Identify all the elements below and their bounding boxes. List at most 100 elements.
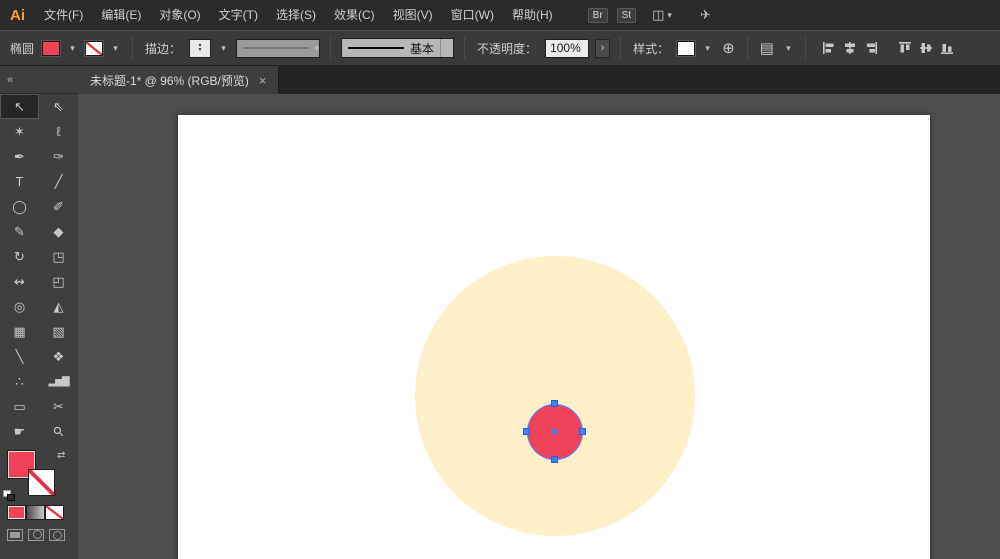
selection-tool[interactable]: ↖	[0, 94, 39, 119]
chevron-down-icon: ▾	[786, 42, 791, 53]
width-profile-dropdown[interactable]: ▾	[236, 38, 321, 58]
horizontal-align-center-icon[interactable]	[843, 41, 857, 55]
symbol-sprayer-tool[interactable]: ∴	[0, 369, 39, 394]
vertical-align-bottom-icon[interactable]	[940, 41, 954, 55]
draw-normal-icon[interactable]	[7, 529, 23, 541]
brush-definition-chevron[interactable]: ▾	[440, 39, 453, 57]
ellipse-tool[interactable]: ◯	[0, 194, 39, 219]
recolor-artwork-icon[interactable]: ⊕	[722, 39, 735, 57]
vertical-align-top-icon[interactable]	[898, 41, 912, 55]
direct-selection-tool[interactable]: ⇖	[39, 94, 78, 119]
menu-edit[interactable]: 编辑(E)	[92, 0, 150, 30]
menu-select[interactable]: 选择(S)	[267, 0, 325, 30]
tab-close-icon[interactable]: ×	[259, 73, 267, 88]
chevron-down-icon: ▾	[221, 42, 226, 53]
color-button[interactable]	[7, 505, 26, 520]
column-graph-tool[interactable]: ▂▅▇	[39, 369, 78, 394]
gradient-tool[interactable]: ▧	[39, 319, 78, 344]
mesh-tool[interactable]: ▦	[0, 319, 39, 344]
document-tab[interactable]: 未标题-1* @ 96% (RGB/预览) ×	[78, 66, 280, 94]
blend-tool[interactable]: ❖	[39, 344, 78, 369]
type-tool[interactable]: T	[0, 169, 39, 194]
graphic-style-dropdown[interactable]: ▾	[701, 39, 714, 57]
separator	[464, 36, 466, 60]
opacity-input[interactable]: 100%	[545, 38, 590, 58]
anchor-handle-right[interactable]	[579, 428, 586, 435]
curvature-tool[interactable]: ✑	[39, 144, 78, 169]
drawing-mode-buttons	[0, 529, 78, 541]
sync-icon[interactable]: ✈	[700, 7, 711, 23]
anchor-handle-top[interactable]	[551, 400, 558, 407]
width-profile-preview	[243, 47, 309, 49]
anchor-handle-left[interactable]	[523, 428, 530, 435]
stroke-proxy-swatch[interactable]	[28, 469, 55, 496]
stepper-down-icon: ▼	[197, 47, 203, 53]
app-logo: Ai	[10, 6, 25, 24]
horizontal-align-right-icon[interactable]	[864, 41, 878, 55]
document-setup-dropdown[interactable]: ▾	[782, 39, 795, 57]
stroke-weight-label: 描边：	[145, 41, 182, 56]
default-fill-stroke-icon[interactable]	[3, 490, 16, 501]
none-button[interactable]	[45, 505, 64, 520]
workspace: ↖ ⇖ ✶ ℓ ✒ ✑ T ╱ ◯ ✐ ✎ ◆ ↻ ◳ ↭ ◰ ◎ ◭ ▦ ▧ …	[0, 94, 1000, 559]
document-setup-icon[interactable]: ▤	[760, 39, 774, 57]
graphic-style-swatch[interactable]	[677, 40, 696, 56]
outer-ellipse[interactable]	[415, 256, 695, 536]
tools-panel: ↖ ⇖ ✶ ℓ ✒ ✑ T ╱ ◯ ✐ ✎ ◆ ↻ ◳ ↭ ◰ ◎ ◭ ▦ ▧ …	[0, 94, 78, 559]
magic-wand-tool[interactable]: ✶	[0, 119, 39, 144]
app-badges: Br St	[587, 7, 637, 23]
shape-builder-tool[interactable]: ◎	[0, 294, 39, 319]
style-label: 样式：	[633, 41, 670, 56]
eraser-tool[interactable]: ◆	[39, 219, 78, 244]
toolbar-collapse-button[interactable]: «	[0, 66, 78, 94]
menu-view[interactable]: 视图(V)	[384, 0, 442, 30]
draw-behind-icon[interactable]	[28, 529, 44, 541]
menu-window[interactable]: 窗口(W)	[442, 0, 503, 30]
stroke-weight-dropdown[interactable]: ▾	[217, 39, 230, 57]
lasso-tool[interactable]: ℓ	[39, 119, 78, 144]
width-tool[interactable]: ↭	[0, 269, 39, 294]
menu-object[interactable]: 对象(O)	[150, 0, 209, 30]
rotate-tool[interactable]: ↻	[0, 244, 39, 269]
scale-tool[interactable]: ◳	[39, 244, 78, 269]
perspective-grid-tool[interactable]: ◭	[39, 294, 78, 319]
artboard-tool[interactable]: ▭	[0, 394, 39, 419]
hand-tool[interactable]: ☛	[0, 419, 39, 444]
menu-effect[interactable]: 效果(C)	[325, 0, 384, 30]
chevron-down-icon: ▾	[444, 42, 450, 53]
line-segment-tool[interactable]: ╱	[39, 169, 78, 194]
free-transform-tool[interactable]: ◰	[39, 269, 78, 294]
menu-file[interactable]: 文件(F)	[35, 0, 92, 30]
opacity-panel-arrow[interactable]: ›	[595, 38, 611, 58]
eyedropper-tool[interactable]: ╲	[0, 344, 39, 369]
paintbrush-tool[interactable]: ✐	[39, 194, 78, 219]
center-point-handle[interactable]	[552, 429, 557, 434]
fill-color-dropdown[interactable]: ▾	[66, 39, 79, 57]
pencil-tool[interactable]: ✎	[0, 219, 39, 244]
stroke-weight-stepper[interactable]: ▲ ▼	[189, 38, 212, 58]
swap-fill-stroke-icon[interactable]: ⇄	[57, 450, 65, 461]
chevron-down-icon: ▾	[705, 42, 710, 53]
chevron-down-icon: ▾	[70, 42, 75, 53]
horizontal-align-left-icon[interactable]	[822, 41, 836, 55]
stock-badge[interactable]: St	[616, 7, 637, 23]
canvas[interactable]	[78, 94, 1000, 559]
stroke-color-swatch[interactable]	[85, 40, 104, 56]
anchor-handle-bottom[interactable]	[551, 456, 558, 463]
control-bar: 椭圆 ▾ ▾ 描边： ▲ ▼ ▾ ▾ 基本 ▾ 不透明度： 100% › 样式：…	[0, 30, 1000, 66]
gradient-button[interactable]	[26, 505, 45, 520]
document-tab-strip: 未标题-1* @ 96% (RGB/预览) ×	[78, 66, 1000, 94]
draw-inside-icon[interactable]	[49, 529, 65, 541]
brush-definition-dropdown[interactable]: 基本 ▾	[341, 38, 455, 58]
separator	[746, 36, 748, 60]
chevron-down-icon: ▾	[667, 9, 672, 20]
fill-color-swatch[interactable]	[42, 40, 61, 56]
stroke-color-dropdown[interactable]: ▾	[109, 39, 122, 57]
pen-tool[interactable]: ✒	[0, 144, 39, 169]
bridge-badge[interactable]: Br	[587, 7, 608, 23]
menu-help[interactable]: 帮助(H)	[503, 0, 562, 30]
vertical-align-center-icon[interactable]	[919, 41, 933, 55]
workspace-switcher[interactable]: ◫ ▾	[652, 7, 672, 23]
menu-type[interactable]: 文字(T)	[210, 0, 267, 30]
workspace-layout-icon: ◫	[652, 7, 665, 22]
